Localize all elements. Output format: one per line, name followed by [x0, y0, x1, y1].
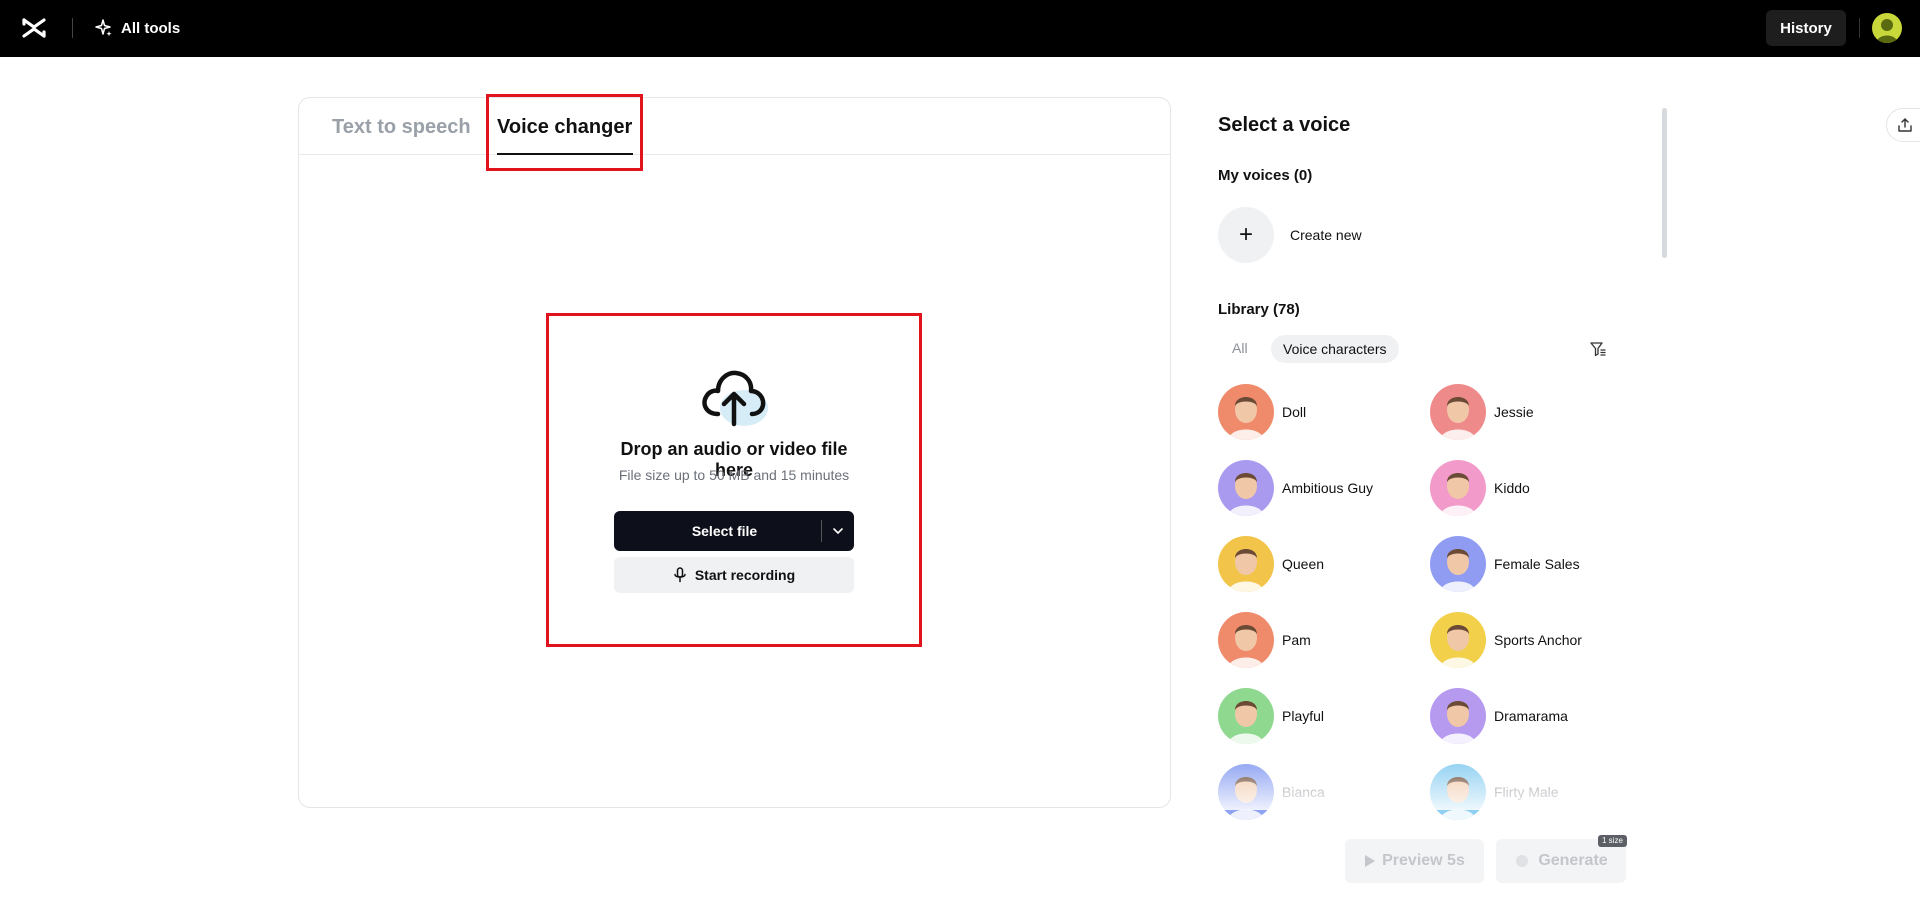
- top-bar: All tools History: [0, 0, 1920, 57]
- cloud-upload-icon: [702, 370, 768, 427]
- plus-icon: +: [1218, 207, 1274, 263]
- voice-avatar: [1430, 764, 1486, 820]
- voice-name: Sports Anchor: [1494, 632, 1582, 648]
- create-new-label: Create new: [1290, 227, 1362, 243]
- voice-avatar: [1218, 612, 1274, 668]
- voice-item[interactable]: Doll: [1218, 384, 1306, 440]
- panel-title: Select a voice: [1218, 114, 1351, 136]
- active-tab-underline: [497, 153, 633, 155]
- voice-item[interactable]: Kiddo: [1430, 460, 1530, 516]
- voice-name: Dramarama: [1494, 708, 1568, 724]
- user-avatar[interactable]: [1872, 13, 1902, 43]
- tab-text-to-speech[interactable]: Text to speech: [332, 116, 471, 139]
- voice-name: Ambitious Guy: [1282, 480, 1374, 496]
- select-file-button[interactable]: Select file: [614, 511, 854, 551]
- voice-avatar: [1218, 536, 1274, 592]
- filter-all[interactable]: All: [1232, 340, 1248, 356]
- start-recording-button[interactable]: Start recording: [614, 557, 854, 593]
- voice-avatar: [1430, 536, 1486, 592]
- select-file-label: Select file: [691, 523, 758, 539]
- library-heading: Library (78): [1218, 301, 1300, 318]
- voice-item[interactable]: Bianca: [1218, 764, 1325, 820]
- voice-item[interactable]: Playful: [1218, 688, 1324, 744]
- voice-name: Doll: [1282, 404, 1307, 420]
- voice-item[interactable]: Queen: [1218, 536, 1324, 592]
- tab-bar: Text to speech Voice changer: [299, 98, 1170, 155]
- topbar-divider: [72, 18, 73, 38]
- voice-item[interactable]: Pam: [1218, 612, 1311, 668]
- drop-subtitle: File size up to 50 MB and 15 minutes: [618, 467, 850, 483]
- voice-name: Flirty Male: [1494, 784, 1559, 800]
- voice-avatar: [1218, 764, 1274, 820]
- file-drop-zone[interactable]: Drop an audio or video file here File si…: [600, 360, 868, 600]
- voice-name: Queen: [1282, 556, 1325, 572]
- voice-avatar: [1430, 384, 1486, 440]
- voice-avatar: [1218, 384, 1274, 440]
- voice-avatar: [1218, 460, 1274, 516]
- my-voices-heading: My voices (0): [1218, 167, 1313, 184]
- all-tools-button[interactable]: All tools: [95, 14, 180, 42]
- voice-item[interactable]: Ambitious Guy: [1218, 460, 1373, 516]
- voice-avatar: [1218, 688, 1274, 744]
- voice-name: Playful: [1282, 708, 1325, 724]
- play-icon: [1365, 855, 1376, 867]
- voice-item[interactable]: Female Sales: [1430, 536, 1580, 592]
- history-button[interactable]: History: [1766, 10, 1846, 46]
- generate-badge: 1 size: [1598, 835, 1627, 847]
- voice-name: Bianca: [1282, 784, 1325, 800]
- tab-voice-changer[interactable]: Voice changer: [497, 116, 632, 139]
- chevron-down-icon: [833, 528, 843, 534]
- panel-scrollbar[interactable]: [1662, 108, 1667, 258]
- voice-name: Jessie: [1494, 404, 1534, 420]
- all-tools-label: All tools: [121, 19, 181, 37]
- microphone-icon: [674, 567, 686, 583]
- voice-item[interactable]: Dramarama: [1430, 688, 1568, 744]
- start-recording-label: Start recording: [694, 567, 796, 583]
- side-upload-tab[interactable]: [1886, 108, 1920, 142]
- preview-label: Preview 5s: [1382, 852, 1465, 869]
- voice-avatar: [1430, 688, 1486, 744]
- voice-name: Pam: [1282, 632, 1311, 648]
- filter-icon[interactable]: [1589, 340, 1607, 358]
- topbar-divider: [1859, 18, 1860, 38]
- filter-voice-characters[interactable]: Voice characters: [1271, 335, 1399, 363]
- voice-item[interactable]: Jessie: [1430, 384, 1534, 440]
- capcut-logo-icon[interactable]: [20, 14, 48, 42]
- loading-icon: [1516, 855, 1529, 867]
- voice-item[interactable]: Sports Anchor: [1430, 612, 1582, 668]
- voice-avatar: [1430, 612, 1486, 668]
- upload-icon: [1898, 118, 1912, 132]
- preview-button[interactable]: Preview 5s: [1345, 839, 1484, 883]
- voice-name: Kiddo: [1494, 480, 1530, 496]
- user-icon: [1876, 19, 1898, 43]
- voice-item[interactable]: Flirty Male: [1430, 764, 1559, 820]
- voice-name: Female Sales: [1494, 556, 1580, 572]
- generate-label: Generate: [1538, 852, 1608, 869]
- voice-avatar: [1430, 460, 1486, 516]
- sparkle-icon: [95, 19, 112, 37]
- select-file-dropdown[interactable]: [822, 525, 854, 537]
- create-new-voice-button[interactable]: + Create new: [1218, 207, 1362, 263]
